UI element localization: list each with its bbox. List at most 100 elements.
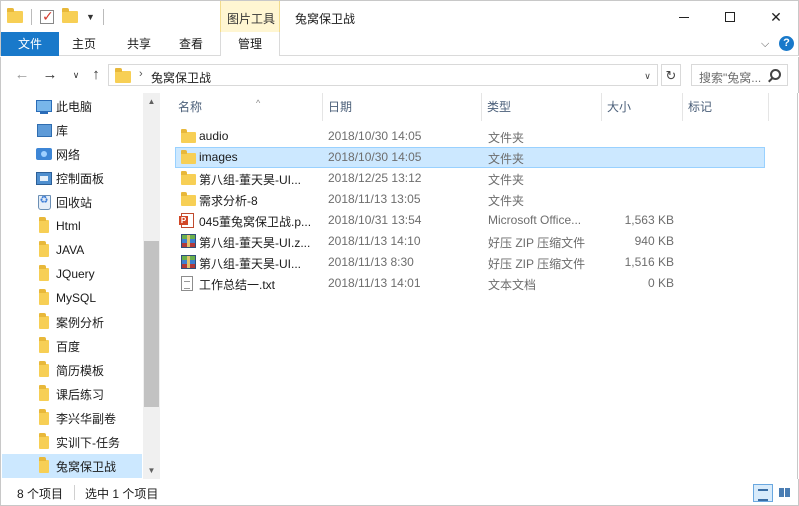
sidebar-item-label: 简历模板 bbox=[56, 363, 105, 378]
file-date: 2018/10/30 14:05 bbox=[328, 150, 422, 164]
close-button[interactable]: ✕ bbox=[753, 1, 799, 33]
sidebar-item-case-analysis[interactable]: 案例分析 bbox=[2, 310, 142, 334]
sidebar-item-exam[interactable]: 李兴华副卷 bbox=[2, 406, 142, 430]
recent-locations-chevron-icon[interactable]: ∨ bbox=[67, 66, 85, 84]
sidebar-item-current-folder[interactable]: 兔窝保卫战 bbox=[2, 454, 142, 478]
scrollbar-thumb[interactable] bbox=[144, 241, 159, 407]
sidebar-item-label: 兔窝保卫战 bbox=[56, 459, 117, 474]
column-header-size[interactable]: 大小 bbox=[601, 93, 682, 121]
sidebar-item-label: 库 bbox=[56, 123, 69, 138]
sidebar-item-java[interactable]: JAVA bbox=[2, 238, 142, 262]
file-row[interactable]: 需求分析-8 2018/11/13 13:05 文件夹 bbox=[175, 189, 765, 210]
large-icons-view-icon[interactable] bbox=[776, 484, 794, 502]
tab-file[interactable]: 文件 bbox=[1, 32, 59, 56]
file-name: 需求分析-8 bbox=[199, 194, 258, 208]
scroll-up-arrow-icon[interactable]: ▲ bbox=[143, 93, 160, 110]
address-history-chevron-icon[interactable]: ∨ bbox=[638, 64, 658, 86]
file-size: 940 KB bbox=[634, 234, 674, 248]
file-row-selected[interactable]: images 2018/10/30 14:05 文件夹 bbox=[175, 147, 765, 168]
sidebar-item-recycle-bin[interactable]: 回收站 bbox=[2, 190, 142, 214]
breadcrumb-separator-icon[interactable]: › bbox=[139, 68, 143, 80]
navigation-bar: ← → ∨ ↑ › 兔窝保卫战 ∨ ↻ 搜索"兔窝... bbox=[0, 57, 799, 93]
tab-manage[interactable]: 管理 bbox=[220, 32, 280, 56]
sidebar-item-jquery[interactable]: JQuery bbox=[2, 262, 142, 286]
new-folder-icon[interactable] bbox=[62, 8, 78, 23]
file-date: 2018/10/31 13:54 bbox=[328, 213, 422, 227]
column-header-name[interactable]: 名称 ^ bbox=[172, 93, 322, 121]
details-view-icon[interactable] bbox=[753, 484, 773, 502]
forward-arrow-icon[interactable]: → bbox=[41, 66, 59, 84]
minimize-button[interactable] bbox=[661, 1, 707, 33]
file-type: 好压 ZIP 压缩文件 bbox=[488, 236, 586, 250]
column-label: 大小 bbox=[607, 100, 632, 114]
sidebar-item-training-task[interactable]: 实训下-任务 bbox=[2, 430, 142, 454]
sidebar-item-label: MySQL bbox=[56, 291, 97, 305]
sidebar-item-libraries[interactable]: 库 bbox=[2, 118, 142, 142]
column-header-type[interactable]: 类型 bbox=[481, 93, 601, 121]
up-arrow-icon[interactable]: ↑ bbox=[87, 66, 105, 84]
folder-icon bbox=[36, 456, 52, 473]
navigation-pane: 此电脑 库 网络 控制面板 回收站 Html JAVA JQuery MySQL… bbox=[0, 93, 160, 479]
sidebar-item-baidu[interactable]: 百度 bbox=[2, 334, 142, 358]
file-type: 文件夹 bbox=[488, 194, 525, 208]
sidebar-item-html[interactable]: Html bbox=[2, 214, 142, 238]
powerpoint-icon bbox=[179, 213, 194, 228]
folder-icon bbox=[36, 360, 52, 377]
refresh-icon[interactable]: ↻ bbox=[661, 64, 681, 86]
sidebar-item-label: 案例分析 bbox=[56, 315, 105, 330]
column-header-tags[interactable]: 标记 bbox=[682, 93, 768, 121]
sidebar-item-mysql[interactable]: MySQL bbox=[2, 286, 142, 310]
control-panel-icon bbox=[36, 171, 52, 185]
sidebar-item-this-pc[interactable]: 此电脑 bbox=[2, 94, 142, 118]
expand-ribbon-chevron-icon[interactable]: ⌵ bbox=[761, 38, 773, 50]
breadcrumb-current[interactable]: 兔窝保卫战 bbox=[151, 69, 211, 86]
sidebar-item-homework[interactable]: 课后练习 bbox=[2, 382, 142, 406]
tab-share[interactable]: 共享 bbox=[116, 32, 162, 56]
properties-icon[interactable] bbox=[40, 8, 54, 25]
help-icon[interactable]: ? bbox=[779, 36, 794, 51]
tab-view[interactable]: 查看 bbox=[168, 32, 214, 56]
file-name: audio bbox=[199, 129, 229, 143]
file-date: 2018/11/13 14:01 bbox=[328, 276, 421, 290]
file-type: 好压 ZIP 压缩文件 bbox=[488, 257, 586, 271]
file-row[interactable]: 045董兔窝保卫战.p... 2018/10/31 13:54 Microsof… bbox=[175, 210, 765, 231]
sidebar-item-network[interactable]: 网络 bbox=[2, 142, 142, 166]
file-row[interactable]: 第八组-董天昊-UI... 2018/11/13 8:30 好压 ZIP 压缩文… bbox=[175, 252, 765, 273]
file-date: 2018/11/13 13:05 bbox=[328, 192, 421, 206]
file-list: 名称 ^ 日期 类型 大小 标记 audio 2018/10/30 14:05 … bbox=[160, 93, 798, 479]
maximize-button[interactable] bbox=[707, 1, 753, 33]
scroll-down-arrow-icon[interactable]: ▼ bbox=[143, 462, 160, 479]
folder-icon bbox=[36, 216, 52, 233]
address-bar[interactable]: › 兔窝保卫战 bbox=[108, 64, 658, 86]
column-divider[interactable] bbox=[768, 93, 769, 121]
library-icon bbox=[36, 123, 52, 137]
folder-icon bbox=[7, 8, 23, 23]
divider bbox=[74, 485, 75, 500]
minimize-icon bbox=[679, 16, 689, 18]
folder-icon bbox=[181, 129, 196, 143]
sidebar-item-label: 实训下-任务 bbox=[56, 435, 120, 450]
file-type: Microsoft Office... bbox=[488, 213, 582, 227]
file-date: 2018/12/25 13:12 bbox=[328, 171, 422, 185]
sidebar-item-label: 回收站 bbox=[56, 195, 93, 210]
tab-home[interactable]: 主页 bbox=[61, 32, 107, 56]
search-placeholder[interactable]: 搜索"兔窝... bbox=[699, 69, 761, 86]
sidebar-item-control-panel[interactable]: 控制面板 bbox=[2, 166, 142, 190]
search-box[interactable]: 搜索"兔窝... bbox=[691, 64, 788, 86]
sidebar-item-label: Html bbox=[56, 219, 81, 233]
back-arrow-icon[interactable]: ← bbox=[13, 66, 31, 84]
file-row[interactable]: audio 2018/10/30 14:05 文件夹 bbox=[175, 126, 765, 147]
file-row[interactable]: 第八组-董天昊-UI.z... 2018/11/13 14:10 好压 ZIP … bbox=[175, 231, 765, 252]
search-icon bbox=[770, 69, 781, 80]
sidebar-scrollbar[interactable]: ▲ ▼ bbox=[143, 93, 160, 479]
file-date: 2018/10/30 14:05 bbox=[328, 129, 422, 143]
file-name: 第八组-董天昊-UI.z... bbox=[199, 236, 311, 250]
column-header-date[interactable]: 日期 bbox=[322, 93, 481, 121]
file-date: 2018/11/13 14:10 bbox=[328, 234, 421, 248]
folder-icon bbox=[36, 264, 52, 281]
sidebar-item-resume-templates[interactable]: 简历模板 bbox=[2, 358, 142, 382]
sidebar-item-label: 控制面板 bbox=[56, 171, 105, 186]
file-row[interactable]: 第八组-董天昊-UI... 2018/12/25 13:12 文件夹 bbox=[175, 168, 765, 189]
file-row[interactable]: 工作总结一.txt 2018/11/13 14:01 文本文档 0 KB bbox=[175, 273, 765, 294]
customize-toolbar-chevron-icon[interactable]: ▼ bbox=[86, 12, 95, 22]
